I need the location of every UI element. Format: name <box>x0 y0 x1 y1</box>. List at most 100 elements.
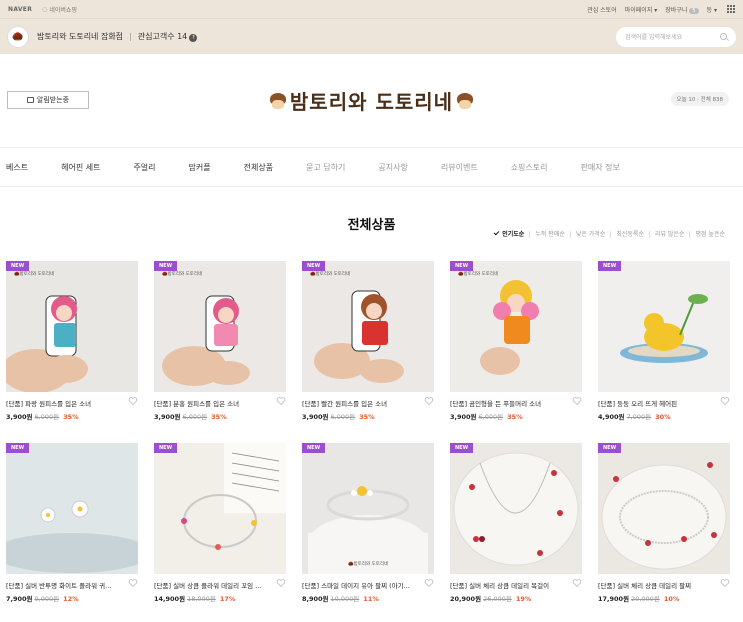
product-card[interactable]: NEW 🌰밤토리와 도토리네 [단품] 스마일 데이지 유아 팔찌 (아기...… <box>302 443 434 603</box>
product-name[interactable]: [단품] 스마일 데이지 유아 팔찌 (아기... <box>302 580 422 590</box>
product-card[interactable]: NEW [단품] 실버 체리 상큼 데일리 목걸이 20,900원 26,000원… <box>450 443 582 603</box>
divider: | <box>129 32 132 41</box>
heart-icon[interactable] <box>720 578 730 588</box>
product-image[interactable]: NEW 🌰밤토리와 도토리네 <box>154 261 286 392</box>
watermark: 🌰밤토리와 도토리네 <box>348 562 389 567</box>
product-image[interactable]: NEW 🌰밤토리와 도토리네 <box>6 261 138 392</box>
heart-icon[interactable] <box>424 578 434 588</box>
product-card[interactable]: NEW [단품] 실버 반투명 화이트 플라워 귀... 7,900원 9,000… <box>6 443 138 603</box>
heart-icon[interactable] <box>720 396 730 406</box>
sort-low-price[interactable]: 낮은 가격순 <box>569 231 611 238</box>
acorn-character-icon <box>456 92 474 110</box>
product-image[interactable]: NEW 🌰밤토리와 도토리네 <box>302 443 434 574</box>
shopping-icon: ◌ <box>42 5 48 13</box>
product-name[interactable]: [단품] 파랑 원피스를 입은 소녀 <box>6 398 126 408</box>
product-name[interactable]: [단품] 실버 반투명 화이트 플라워 귀... <box>6 580 126 590</box>
nav-mom-couple[interactable]: 맘커플 <box>189 162 211 173</box>
watermark: 🌰밤토리와 도토리네 <box>310 272 351 277</box>
chestnut-character-icon <box>269 92 287 110</box>
watermark: 🌰밤토리와 도토리네 <box>162 272 203 277</box>
title-row: 전체상품 인기도순 누적 판매순 낮은 가격순 최신등록순 리뷰 많은순 평점 … <box>0 187 743 253</box>
product-price: 17,900원 20,000원 10% <box>598 595 680 603</box>
help-icon[interactable]: ? <box>189 34 198 42</box>
new-badge: NEW <box>302 261 326 271</box>
product-price: 14,900원 18,000원 17% <box>154 595 236 603</box>
product-image[interactable]: NEW <box>154 443 286 574</box>
product-image[interactable]: NEW <box>450 443 582 574</box>
product-name[interactable]: [단품] 실버 체리 상큼 데일리 목걸이 <box>450 580 570 590</box>
nav-shopping-story[interactable]: 쇼핑스토리 <box>511 162 548 173</box>
product-card[interactable]: NEW 🌰밤토리와 도토리네 [단품] 곰인형을 든 푸들머리 소녀 3,900… <box>450 261 582 421</box>
product-price: 3,900원 6,000원 35% <box>154 413 227 421</box>
favorite-stores-link[interactable]: 관심 스토어 <box>587 5 617 14</box>
product-price: 4,900원 7,000원 30% <box>598 413 671 421</box>
cart-link[interactable]: 장바구니 5 <box>665 5 699 14</box>
category-nav: 베스트 헤어핀 세트 주얼리 맘커플 전체상품 묻고 답하기 공지사항 리뷰이벤… <box>0 147 743 187</box>
heart-icon[interactable] <box>276 578 286 588</box>
store-logo[interactable]: 밤토리와 도토리네 <box>269 86 474 115</box>
naver-shopping-link[interactable]: ◌ 네이버쇼핑 <box>42 5 77 14</box>
sort-rating[interactable]: 평점 높은순 <box>689 231 730 238</box>
sort-popular[interactable]: 인기도순 <box>489 229 529 238</box>
product-image[interactable]: NEW 🌰밤토리와 도토리네 <box>302 261 434 392</box>
new-badge: NEW <box>450 443 474 453</box>
product-name[interactable]: [단품] 곰인형을 든 푸들머리 소녀 <box>450 398 570 408</box>
heart-icon[interactable] <box>424 396 434 406</box>
store-avatar[interactable]: 🌰 <box>7 25 29 48</box>
heart-icon[interactable] <box>276 396 286 406</box>
more-menu[interactable]: 등 ▾ <box>707 5 717 14</box>
product-card[interactable]: NEW [단품] 실버 상큼 플라워 데일리 꼬임 ... 14,900원 18,… <box>154 443 286 603</box>
nav-jewelry[interactable]: 주얼리 <box>133 162 155 173</box>
nav-seller-info[interactable]: 판매자 정보 <box>581 162 620 173</box>
store-header: 알림받는중 밤토리와 도토리네 오늘 10 · 전체 838 <box>0 54 743 147</box>
nav-review-event[interactable]: 리뷰이벤트 <box>441 162 478 173</box>
product-name[interactable]: [단품] 분홍 원피스를 입은 소녀 <box>154 398 274 408</box>
sort-newest[interactable]: 최신등록순 <box>610 231 649 238</box>
nav-best[interactable]: 베스트 <box>6 162 28 173</box>
product-card[interactable]: NEW [단품] 둥둥 오리 뜨게 헤어핀 4,900원 7,000원 30% <box>598 261 730 421</box>
product-price: 3,900원 6,000원 35% <box>450 413 523 421</box>
product-name[interactable]: [단품] 빨간 원피스를 입은 소녀 <box>302 398 422 408</box>
heart-icon[interactable] <box>128 578 138 588</box>
nav-all-products[interactable]: 전체상품 <box>244 162 273 173</box>
search-icon[interactable] <box>720 33 727 40</box>
new-badge: NEW <box>598 443 622 453</box>
notification-subscribed-button[interactable]: 알림받는중 <box>7 91 89 109</box>
product-card[interactable]: NEW [단품] 실버 체리 상큼 데일리 팔찌 17,900원 20,000원 1… <box>598 443 730 603</box>
product-image[interactable]: NEW 🌰밤토리와 도토리네 <box>450 261 582 392</box>
product-card[interactable]: NEW 🌰밤토리와 도토리네 [단품] 빨간 원피스를 입은 소녀 3,900원… <box>302 261 434 421</box>
store-search-input[interactable]: 검색어를 입력해보세요 <box>616 26 736 47</box>
product-price: 7,900원 9,000원 12% <box>6 595 79 603</box>
sort-sales[interactable]: 누적 판매순 <box>529 231 570 238</box>
product-name[interactable]: [단품] 둥둥 오리 뜨게 헤어핀 <box>598 398 718 408</box>
nav-qna[interactable]: 묻고 답하기 <box>306 162 345 173</box>
heart-icon[interactable] <box>128 396 138 406</box>
sort-reviews[interactable]: 리뷰 많은순 <box>648 231 690 238</box>
naver-logo[interactable]: NAVER <box>8 6 32 13</box>
new-badge: NEW <box>450 261 474 271</box>
product-grid: NEW 🌰밤토리와 도토리네 [단품] 파랑 원피스를 입은 소녀 3,900원… <box>0 253 743 622</box>
nav-notice[interactable]: 공지사항 <box>378 162 407 173</box>
store-name[interactable]: 밤토리와 도토리네 잡화점 <box>37 31 123 42</box>
new-badge: NEW <box>302 443 326 453</box>
sort-options: 인기도순 누적 판매순 낮은 가격순 최신등록순 리뷰 많은순 평점 높은순 <box>489 229 730 238</box>
product-card[interactable]: NEW 🌰밤토리와 도토리네 [단품] 분홍 원피스를 입은 소녀 3,900원… <box>154 261 286 421</box>
heart-icon[interactable] <box>572 578 582 588</box>
mypage-link[interactable]: 마이페이지 ▾ <box>625 5 658 14</box>
product-image[interactable]: NEW <box>6 443 138 574</box>
product-image[interactable]: NEW <box>598 261 730 392</box>
apps-grid-icon[interactable] <box>727 5 735 13</box>
product-card[interactable]: NEW 🌰밤토리와 도토리네 [단품] 파랑 원피스를 입은 소녀 3,900원… <box>6 261 138 421</box>
product-price: 3,900원 6,000원 35% <box>302 413 375 421</box>
new-badge: NEW <box>6 261 30 271</box>
check-icon <box>493 229 500 236</box>
nav-hairpin-set[interactable]: 헤어핀 세트 <box>61 162 100 173</box>
product-image[interactable]: NEW <box>598 443 730 574</box>
product-price: 3,900원 6,000원 35% <box>6 413 79 421</box>
product-name[interactable]: [단품] 실버 상큼 플라워 데일리 꼬임 ... <box>154 580 274 590</box>
product-name[interactable]: [단품] 실버 체리 상큼 데일리 팔찌 <box>598 580 718 590</box>
watermark: 🌰밤토리와 도토리네 <box>14 272 55 277</box>
cart-count-badge: 5 <box>689 7 699 14</box>
heart-icon[interactable] <box>572 396 582 406</box>
search-placeholder: 검색어를 입력해보세요 <box>625 34 683 41</box>
